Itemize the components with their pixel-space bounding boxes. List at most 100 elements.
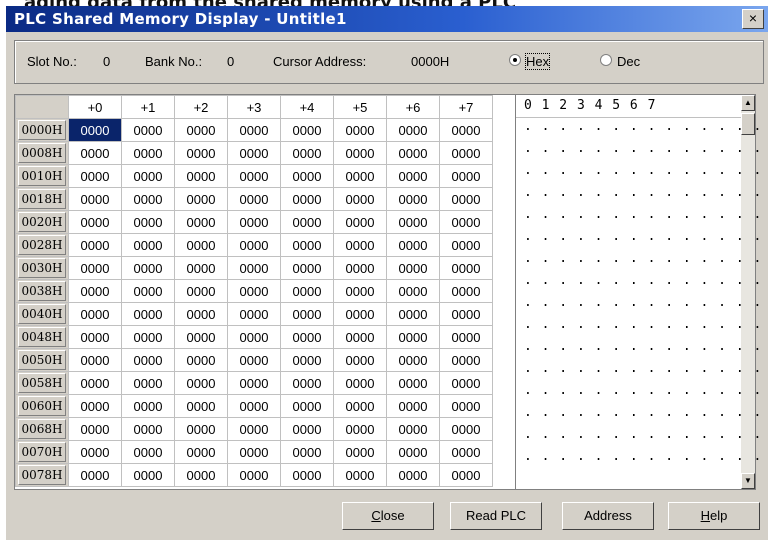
memory-cell[interactable]: 0000 — [174, 187, 228, 211]
memory-cell[interactable]: 0000 — [280, 325, 334, 349]
row-address-header[interactable]: 0048H — [15, 325, 69, 349]
memory-cell[interactable]: 0000 — [121, 302, 175, 326]
row-address-label[interactable]: 0030H — [18, 258, 66, 278]
memory-cell[interactable]: 0000 — [386, 256, 440, 280]
memory-cell[interactable]: 0000 — [439, 164, 493, 188]
row-address-label[interactable]: 0060H — [18, 396, 66, 416]
memory-cell[interactable]: 0000 — [174, 279, 228, 303]
memory-cell[interactable]: 0000 — [121, 256, 175, 280]
dec-label[interactable]: Dec — [617, 54, 640, 69]
memory-cell[interactable]: 0000 — [280, 394, 334, 418]
memory-cell[interactable]: 0000 — [439, 210, 493, 234]
memory-cell[interactable]: 0000 — [227, 463, 281, 487]
memory-cell[interactable]: 0000 — [439, 118, 493, 142]
memory-cell[interactable]: 0000 — [227, 279, 281, 303]
memory-cell[interactable]: 0000 — [174, 256, 228, 280]
row-address-header[interactable]: 0078H — [15, 463, 69, 487]
memory-cell[interactable]: 0000 — [333, 394, 387, 418]
memory-cell[interactable]: 0000 — [439, 302, 493, 326]
close-icon[interactable]: × — [742, 9, 764, 29]
memory-cell[interactable]: 0000 — [386, 440, 440, 464]
memory-cell[interactable]: 0000 — [333, 348, 387, 372]
memory-cell[interactable]: 0000 — [280, 118, 334, 142]
row-address-label[interactable]: 0078H — [18, 465, 66, 485]
memory-cell[interactable]: 0000 — [280, 463, 334, 487]
memory-cell[interactable]: 0000 — [227, 371, 281, 395]
memory-cell[interactable]: 0000 — [227, 187, 281, 211]
memory-cell[interactable]: 0000 — [227, 440, 281, 464]
memory-cell[interactable]: 0000 — [174, 233, 228, 257]
memory-cell[interactable]: 0000 — [333, 118, 387, 142]
memory-cell[interactable]: 0000 — [68, 394, 122, 418]
memory-cell[interactable]: 0000 — [386, 279, 440, 303]
memory-cell[interactable]: 0000 — [386, 348, 440, 372]
scroll-thumb[interactable] — [741, 113, 755, 135]
memory-cell[interactable]: 0000 — [439, 371, 493, 395]
memory-cell[interactable]: 0000 — [174, 118, 228, 142]
row-address-header[interactable]: 0040H — [15, 302, 69, 326]
memory-cell[interactable]: 0000 — [333, 233, 387, 257]
memory-cell[interactable]: 0000 — [174, 141, 228, 165]
row-address-header[interactable]: 0070H — [15, 440, 69, 464]
memory-cell[interactable]: 0000 — [174, 302, 228, 326]
memory-cell[interactable]: 0000 — [121, 463, 175, 487]
row-address-label[interactable]: 0008H — [18, 143, 66, 163]
row-address-header[interactable]: 0030H — [15, 256, 69, 280]
memory-cell[interactable]: 0000 — [68, 256, 122, 280]
row-address-label[interactable]: 0010H — [18, 166, 66, 186]
row-address-header[interactable]: 0050H — [15, 348, 69, 372]
memory-cell[interactable]: 0000 — [174, 440, 228, 464]
memory-cell[interactable]: 0000 — [386, 233, 440, 257]
memory-cell[interactable]: 0000 — [121, 210, 175, 234]
memory-cell[interactable]: 0000 — [386, 210, 440, 234]
memory-cell[interactable]: 0000 — [174, 417, 228, 441]
row-address-header[interactable]: 0068H — [15, 417, 69, 441]
memory-cell[interactable]: 0000 — [333, 141, 387, 165]
memory-cell[interactable]: 0000 — [227, 325, 281, 349]
memory-cell[interactable]: 0000 — [386, 141, 440, 165]
memory-cell[interactable]: 0000 — [68, 371, 122, 395]
memory-cell[interactable]: 0000 — [227, 164, 281, 188]
memory-cell[interactable]: 0000 — [333, 256, 387, 280]
memory-cell[interactable]: 0000 — [68, 302, 122, 326]
memory-cell[interactable]: 0000 — [121, 233, 175, 257]
row-address-header[interactable]: 0028H — [15, 233, 69, 257]
row-address-label[interactable]: 0028H — [18, 235, 66, 255]
memory-cell[interactable]: 0000 — [121, 348, 175, 372]
memory-cell[interactable]: 0000 — [68, 233, 122, 257]
scroll-down-arrow-icon[interactable]: ▼ — [741, 473, 755, 489]
memory-cell[interactable]: 0000 — [174, 463, 228, 487]
memory-cell[interactable]: 0000 — [174, 348, 228, 372]
memory-cell[interactable]: 0000 — [386, 118, 440, 142]
memory-cell[interactable]: 0000 — [280, 233, 334, 257]
memory-cell[interactable]: 0000 — [68, 164, 122, 188]
memory-cell[interactable]: 0000 — [439, 279, 493, 303]
memory-cell[interactable]: 0000 — [227, 348, 281, 372]
hex-radio[interactable] — [509, 54, 521, 66]
row-address-label[interactable]: 0038H — [18, 281, 66, 301]
memory-cell[interactable]: 0000 — [68, 463, 122, 487]
hex-label[interactable]: Hex — [524, 53, 551, 70]
row-address-label[interactable]: 0070H — [18, 442, 66, 462]
memory-cell[interactable]: 0000 — [280, 371, 334, 395]
memory-cell[interactable]: 0000 — [280, 440, 334, 464]
memory-cell[interactable]: 0000 — [386, 325, 440, 349]
memory-cell[interactable]: 0000 — [280, 348, 334, 372]
row-address-header[interactable]: 0038H — [15, 279, 69, 303]
memory-cell[interactable]: 0000 — [280, 417, 334, 441]
memory-cell[interactable]: 0000 — [333, 164, 387, 188]
memory-cell[interactable]: 0000 — [68, 417, 122, 441]
memory-cell[interactable]: 0000 — [121, 394, 175, 418]
memory-cell[interactable]: 0000 — [121, 141, 175, 165]
memory-cell[interactable]: 0000 — [333, 371, 387, 395]
memory-cell[interactable]: 0000 — [68, 325, 122, 349]
row-address-header[interactable]: 0060H — [15, 394, 69, 418]
row-address-header[interactable]: 0008H — [15, 141, 69, 165]
help-button[interactable]: Help — [668, 502, 760, 530]
row-address-label[interactable]: 0040H — [18, 304, 66, 324]
memory-cell[interactable]: 0000 — [333, 302, 387, 326]
memory-cell[interactable]: 0000 — [68, 348, 122, 372]
memory-cell[interactable]: 0000 — [333, 187, 387, 211]
memory-cell[interactable]: 0000 — [386, 187, 440, 211]
row-address-header[interactable]: 0058H — [15, 371, 69, 395]
